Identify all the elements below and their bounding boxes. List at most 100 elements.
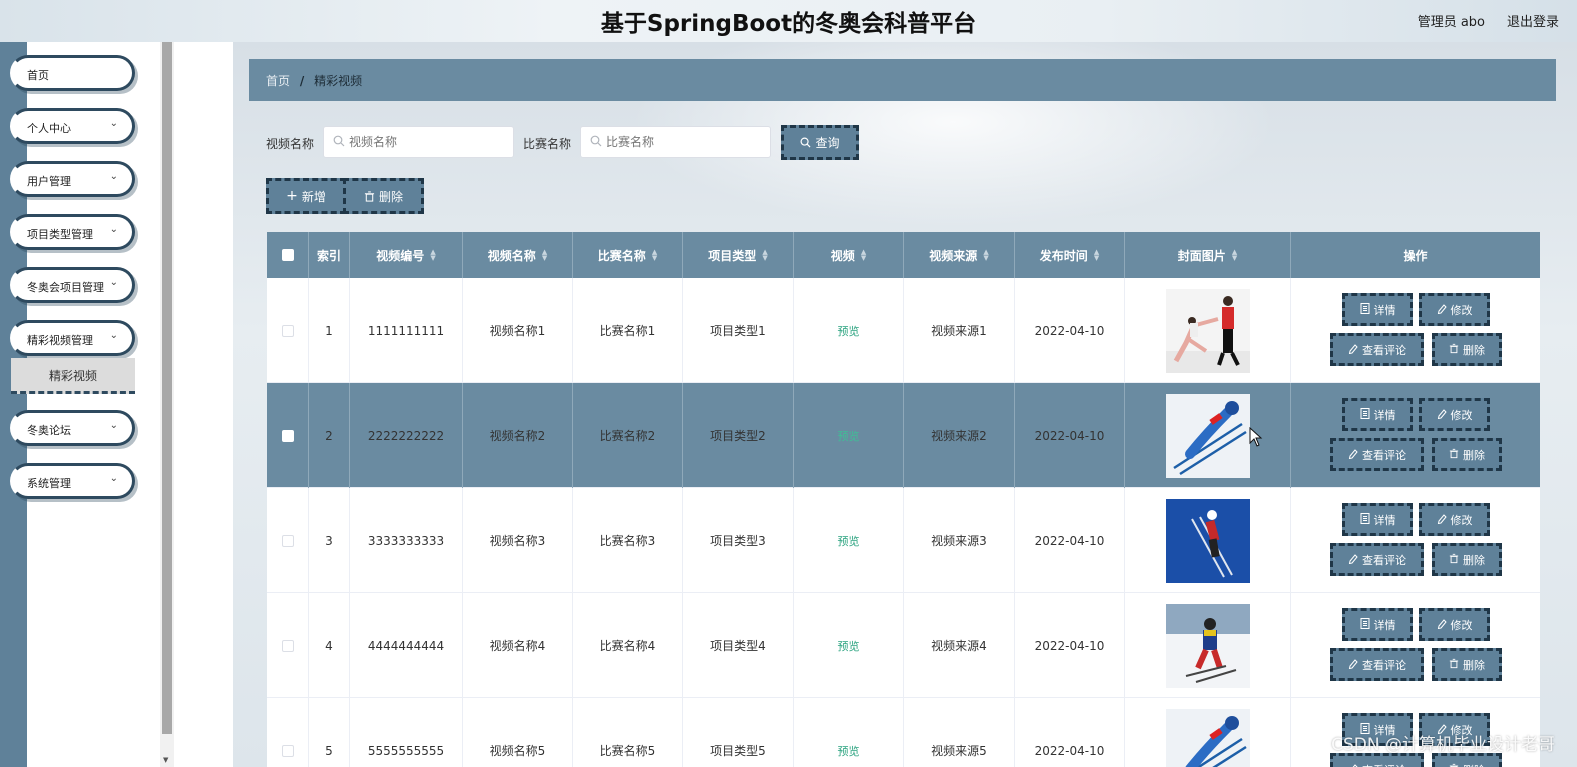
edit-button[interactable]: 修改 <box>1419 293 1490 326</box>
table-row[interactable]: 1 1111111111 视频名称1 比赛名称1 项目类型1 预览 视频来源1 2022-04… <box>267 278 1540 383</box>
cover-cell <box>1125 698 1291 767</box>
type-cell: 项目类型1 <box>683 278 794 383</box>
table-row[interactable]: 3 3333333333 视频名称3 比赛名称3 项目类型3 预览 视频来源3 2022-04… <box>267 488 1540 593</box>
delete-button[interactable]: 删除 <box>1432 543 1502 576</box>
sidebar-item-project-type[interactable]: 项目类型管理 ⌄ <box>10 214 135 250</box>
table-row[interactable]: 4 4444444444 视频名称4 比赛名称4 项目类型4 预览 视频来源4 2022-04… <box>267 593 1540 698</box>
row-checkbox[interactable] <box>281 744 294 757</box>
sidebar-item-user-management[interactable]: 用户管理 ⌄ <box>10 161 135 197</box>
select-all-checkbox[interactable] <box>281 249 294 261</box>
logout-link[interactable]: 退出登录 <box>1507 11 1559 30</box>
edit-button[interactable]: 修改 <box>1419 608 1490 641</box>
col-name[interactable]: 视频名称 ▲ ▼ <box>463 232 573 278</box>
type-cell: 项目类型2 <box>683 383 794 488</box>
detail-button[interactable]: 详情 <box>1342 608 1413 641</box>
view-comments-button[interactable]: 查看评论 <box>1330 438 1424 471</box>
sidebar-subitem-videos[interactable]: 精彩视频 <box>11 358 135 394</box>
row-select-cell <box>267 383 309 488</box>
document-icon <box>1360 407 1370 422</box>
video-cell: 预览 <box>794 278 904 383</box>
preview-link[interactable]: 预览 <box>838 638 860 654</box>
batch-delete-button[interactable]: 删除 <box>343 178 424 214</box>
row-checkbox[interactable] <box>281 639 294 652</box>
col-date[interactable]: 发布时间 ▲ ▼ <box>1015 232 1125 278</box>
delete-button[interactable]: 删除 <box>1432 648 1502 681</box>
add-button[interactable]: + 新增 <box>266 178 346 214</box>
sidebar-scrollbar[interactable]: ▼ <box>160 42 174 767</box>
row-checkbox[interactable] <box>281 429 294 442</box>
preview-link[interactable]: 预览 <box>838 743 860 759</box>
sort-icon[interactable]: ▲ ▼ <box>1094 249 1099 262</box>
match-name-input[interactable] <box>606 134 761 150</box>
code-cell-text: 4444444444 <box>367 638 445 653</box>
detail-button[interactable]: 详情 <box>1342 293 1413 326</box>
edit-button[interactable]: 修改 <box>1419 503 1490 536</box>
preview-link[interactable]: 预览 <box>838 428 860 444</box>
sidebar-item-home[interactable]: 首页 <box>10 55 135 91</box>
cover-image[interactable] <box>1165 498 1250 583</box>
view-comments-button-label: 查看评论 <box>1362 762 1406 767</box>
cover-image[interactable] <box>1165 603 1250 688</box>
pencil-icon <box>1348 343 1358 357</box>
detail-button[interactable]: 详情 <box>1342 398 1413 431</box>
scrollbar-thumb[interactable] <box>162 42 172 734</box>
cover-image[interactable] <box>1165 393 1250 478</box>
index-cell-text: 1 <box>325 323 333 338</box>
table-row[interactable]: 2 2222222222 视频名称2 比赛名称2 项目类型2 预览 视频来源2 2022-04… <box>267 383 1540 488</box>
view-comments-button[interactable]: 查看评论 <box>1330 333 1424 366</box>
detail-button[interactable]: 详情 <box>1342 503 1413 536</box>
sort-icon[interactable]: ▲ ▼ <box>983 249 988 262</box>
preview-link[interactable]: 预览 <box>838 533 860 549</box>
col-type[interactable]: 项目类型 ▲ ▼ <box>683 232 794 278</box>
sidebar-item-olympic-project[interactable]: 冬奥会项目管理 ⌄ <box>10 267 135 303</box>
breadcrumb-home[interactable]: 首页 <box>266 74 290 88</box>
cover-image[interactable] <box>1165 288 1250 373</box>
col-code[interactable]: 视频编号 ▲ ▼ <box>350 232 463 278</box>
chevron-down-icon: ⌄ <box>109 277 118 288</box>
view-comments-button[interactable]: 查看评论 <box>1330 648 1424 681</box>
sort-icon[interactable]: ▲ ▼ <box>430 249 435 262</box>
col-match[interactable]: 比赛名称 ▲ ▼ <box>573 232 683 278</box>
row-checkbox[interactable] <box>281 324 294 337</box>
match-name-field[interactable] <box>580 126 771 158</box>
sidebar-item-video-management[interactable]: 精彩视频管理 ⌄ <box>10 320 135 356</box>
date-cell: 2022-04-10 <box>1015 698 1125 767</box>
edit-button[interactable]: 修改 <box>1419 398 1490 431</box>
sidebar-item-forum[interactable]: 冬奥论坛 ⌄ <box>10 410 135 446</box>
col-source[interactable]: 视频来源 ▲ ▼ <box>904 232 1015 278</box>
preview-link[interactable]: 预览 <box>838 323 860 339</box>
index-cell-text: 3 <box>325 533 333 548</box>
video-cell: 预览 <box>794 593 904 698</box>
view-comments-button[interactable]: 查看评论 <box>1330 543 1424 576</box>
col-video[interactable]: 视频 ▲ ▼ <box>794 232 904 278</box>
scroll-down-icon[interactable]: ▼ <box>163 756 168 764</box>
sort-icon[interactable]: ▲ ▼ <box>1232 249 1237 262</box>
sidebar-item-personal-center[interactable]: 个人中心 ⌄ <box>10 108 135 144</box>
breadcrumb-separator: / <box>299 74 305 88</box>
row-checkbox[interactable] <box>281 534 294 547</box>
actions-cell: 详情 修改查看评论 删除 <box>1291 593 1540 698</box>
source-cell: 视频来源3 <box>904 488 1015 593</box>
source-cell-text: 视频来源5 <box>931 744 987 758</box>
sort-icon[interactable]: ▲ ▼ <box>542 249 547 262</box>
col-cover[interactable]: 封面图片 ▲ ▼ <box>1125 232 1291 278</box>
video-name-field[interactable] <box>323 126 514 158</box>
trash-icon <box>1449 553 1459 567</box>
code-cell: 4444444444 <box>350 593 463 698</box>
view-comments-button[interactable]: 查看评论 <box>1330 753 1424 767</box>
delete-button[interactable]: 删除 <box>1432 753 1502 767</box>
sort-icon[interactable]: ▲ ▼ <box>652 249 657 262</box>
sort-icon[interactable]: ▲ ▼ <box>762 249 767 262</box>
delete-button[interactable]: 删除 <box>1432 333 1502 366</box>
delete-button[interactable]: 删除 <box>1432 438 1502 471</box>
query-button[interactable]: 查询 <box>781 125 859 160</box>
detail-button-label: 详情 <box>1373 303 1396 317</box>
video-name-input[interactable] <box>349 134 504 150</box>
cover-image[interactable] <box>1165 708 1250 767</box>
sidebar-item-system[interactable]: 系统管理 ⌄ <box>10 463 135 499</box>
search-icon <box>333 135 345 147</box>
chevron-down-icon: ⌄ <box>109 473 118 484</box>
date-cell-text: 2022-04-10 <box>1034 323 1105 338</box>
match-cell: 比赛名称2 <box>573 383 683 488</box>
sort-icon[interactable]: ▲ ▼ <box>861 249 866 262</box>
